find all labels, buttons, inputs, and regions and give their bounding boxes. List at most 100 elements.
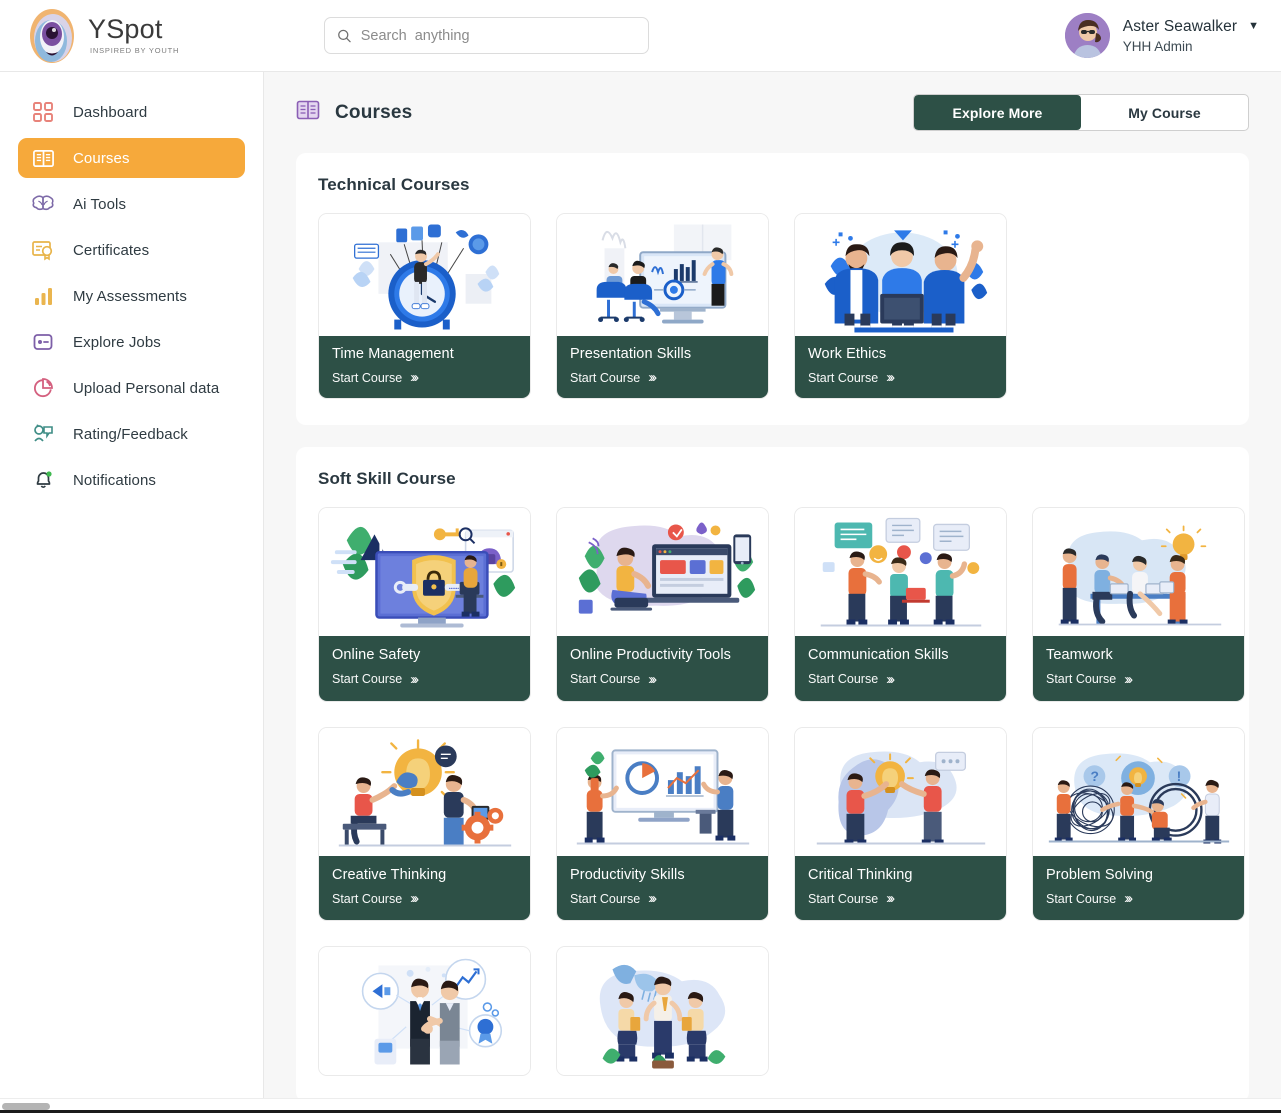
triple-chevron-right-icon: ›››	[886, 890, 895, 908]
triple-chevron-right-icon: ›››	[886, 369, 895, 387]
clock-person-illustration	[319, 214, 530, 336]
sidebar: Dashboard Courses Ai Tools Certificates …	[0, 72, 264, 1113]
view-toggle: Explore More My Course	[913, 94, 1249, 131]
chevron-down-icon[interactable]: ▼	[1248, 21, 1259, 32]
start-course-link[interactable]: Start Course ›››	[332, 672, 517, 687]
search-input[interactable]	[360, 27, 636, 44]
course-title: Teamwork	[1046, 647, 1113, 664]
course-title: Communication Skills	[808, 647, 949, 664]
start-course-link[interactable]: Start Course ›››	[570, 891, 755, 906]
svg-text:••••••: ••••••	[449, 587, 460, 592]
presentation-monitor-illustration	[557, 214, 768, 336]
start-course-label: Start Course	[1046, 672, 1117, 687]
sidebar-item-explore-jobs[interactable]: Explore Jobs	[18, 322, 245, 362]
course-title: Online Safety	[332, 647, 421, 664]
course-card-footer: Productivity Skills Start Course ›››	[557, 855, 768, 921]
course-card[interactable]: ? ! Problem Solving Start Course ›››	[1032, 726, 1245, 922]
watering-can-growth-illustration	[557, 947, 768, 1076]
page-title: Courses	[335, 101, 413, 123]
tab-explore-more[interactable]: Explore More	[914, 95, 1081, 130]
sidebar-item-label: Upload Personal data	[73, 379, 220, 397]
team-three-people-illustration	[795, 214, 1006, 336]
team-table-lightbulb-illustration	[1033, 508, 1244, 637]
handshake-business-illustration	[319, 947, 530, 1076]
sidebar-item-label: Courses	[73, 149, 130, 167]
course-title: Problem Solving	[1046, 866, 1154, 883]
sidebar-item-rating-feedback[interactable]: Rating/Feedback	[18, 414, 245, 454]
search-container	[324, 17, 649, 54]
start-course-link[interactable]: Start Course ›››	[808, 370, 993, 385]
start-course-link[interactable]: Start Course ›››	[332, 370, 517, 385]
triple-chevron-right-icon: ›››	[410, 369, 419, 387]
app-root: YSpot INSPIRED BY YOUTH Search anything …	[0, 0, 1281, 1113]
course-card[interactable]: Critical Thinking Start Course ›››	[794, 726, 1007, 922]
sidebar-item-label: Dashboard	[73, 103, 148, 121]
sidebar-item-upload-personal-data[interactable]: Upload Personal data	[18, 368, 245, 408]
yspot-eye-logo-icon	[26, 8, 78, 64]
course-card[interactable]: Time Management Start Course ›››	[318, 213, 531, 400]
search-box[interactable]	[324, 17, 649, 54]
scrollbar-thumb[interactable]	[2, 1103, 50, 1110]
user-name: Aster Seawalker	[1122, 17, 1238, 35]
brand-logo[interactable]: YSpot INSPIRED BY YOUTH	[26, 8, 262, 64]
sidebar-item-label: My Assessments	[73, 287, 187, 305]
course-card[interactable]: Presentation Skills Start Course ›››	[556, 213, 769, 400]
course-card-footer: Work Ethics Start Course ›››	[795, 336, 1006, 399]
course-grid-partial	[318, 946, 1227, 1077]
start-course-link[interactable]: Start Course ›››	[332, 891, 517, 906]
course-card[interactable]: Online Productivity Tools Start Course ›…	[556, 507, 769, 702]
course-card[interactable]: Work Ethics Start Course ›››	[794, 213, 1007, 400]
start-course-link[interactable]: Start Course ›››	[570, 370, 755, 385]
start-course-link[interactable]: Start Course ›››	[570, 672, 755, 687]
course-title: Critical Thinking	[808, 866, 913, 883]
sidebar-item-ai-tools[interactable]: Ai Tools	[18, 184, 245, 224]
tab-my-course[interactable]: My Course	[1081, 95, 1248, 130]
head-lightbulb-person-illustration	[795, 727, 1006, 856]
start-course-link[interactable]: Start Course ›››	[808, 672, 993, 687]
svg-text:!: !	[1177, 768, 1182, 784]
course-card[interactable]: Communication Skills Start Course ›››	[794, 507, 1007, 702]
start-course-link[interactable]: Start Course ›››	[1046, 891, 1231, 906]
certificate-icon	[30, 237, 56, 263]
course-card[interactable]: •••••• Online Safety Start Course ›››	[318, 507, 531, 702]
triple-chevron-right-icon: ›››	[410, 670, 419, 688]
course-card[interactable]	[318, 946, 531, 1077]
sidebar-item-label: Explore Jobs	[73, 333, 161, 351]
id-card-icon	[30, 329, 56, 355]
sidebar-item-dashboard[interactable]: Dashboard	[18, 92, 245, 132]
sidebar-item-certificates[interactable]: Certificates	[18, 230, 245, 270]
course-title: Work Ethics	[808, 346, 887, 362]
main-content: Courses Explore More My Course Technical…	[264, 72, 1281, 1113]
start-course-link[interactable]: Start Course ›››	[808, 891, 993, 906]
user-role: YHH Admin	[1122, 38, 1193, 54]
course-card[interactable]: Productivity Skills Start Course ›››	[556, 726, 769, 922]
grid-squares-icon	[30, 99, 56, 125]
open-book-icon	[30, 145, 56, 171]
laptop-desk-tools-illustration	[557, 508, 768, 637]
start-course-label: Start Course	[332, 891, 403, 906]
sidebar-item-notifications[interactable]: Notifications	[18, 460, 245, 500]
course-card-footer: Creative Thinking Start Course ›››	[319, 855, 530, 921]
course-card[interactable]: Creative Thinking Start Course ›››	[318, 726, 531, 922]
sidebar-item-my-assessments[interactable]: My Assessments	[18, 276, 245, 316]
user-menu[interactable]: Aster Seawalker ▼ YHH Admin	[1064, 13, 1259, 58]
sidebar-item-label: Notifications	[73, 471, 157, 489]
course-card-footer: Teamwork Start Course ›››	[1033, 636, 1244, 701]
start-course-link[interactable]: Start Course ›››	[1046, 672, 1231, 687]
start-course-label: Start Course	[808, 672, 879, 687]
section-technical-courses: Technical Courses Time Management Start …	[296, 153, 1249, 426]
course-card[interactable]	[556, 946, 769, 1077]
course-title: Online Productivity Tools	[570, 647, 732, 664]
start-course-label: Start Course	[570, 891, 641, 906]
people-speech-bubbles-illustration	[795, 508, 1006, 637]
bell-icon	[30, 467, 56, 493]
brand-name: YSpot	[88, 14, 163, 45]
course-card[interactable]: Teamwork Start Course ›››	[1032, 507, 1245, 702]
course-title: Creative Thinking	[332, 866, 447, 883]
lightbulb-hand-gears-illustration	[319, 727, 530, 856]
tangle-circle-people-illustration: ? !	[1033, 727, 1244, 856]
monitor-charts-people-illustration	[557, 727, 768, 856]
brain-icon	[30, 191, 56, 217]
body: Dashboard Courses Ai Tools Certificates …	[0, 72, 1281, 1113]
sidebar-item-courses[interactable]: Courses	[18, 138, 245, 178]
